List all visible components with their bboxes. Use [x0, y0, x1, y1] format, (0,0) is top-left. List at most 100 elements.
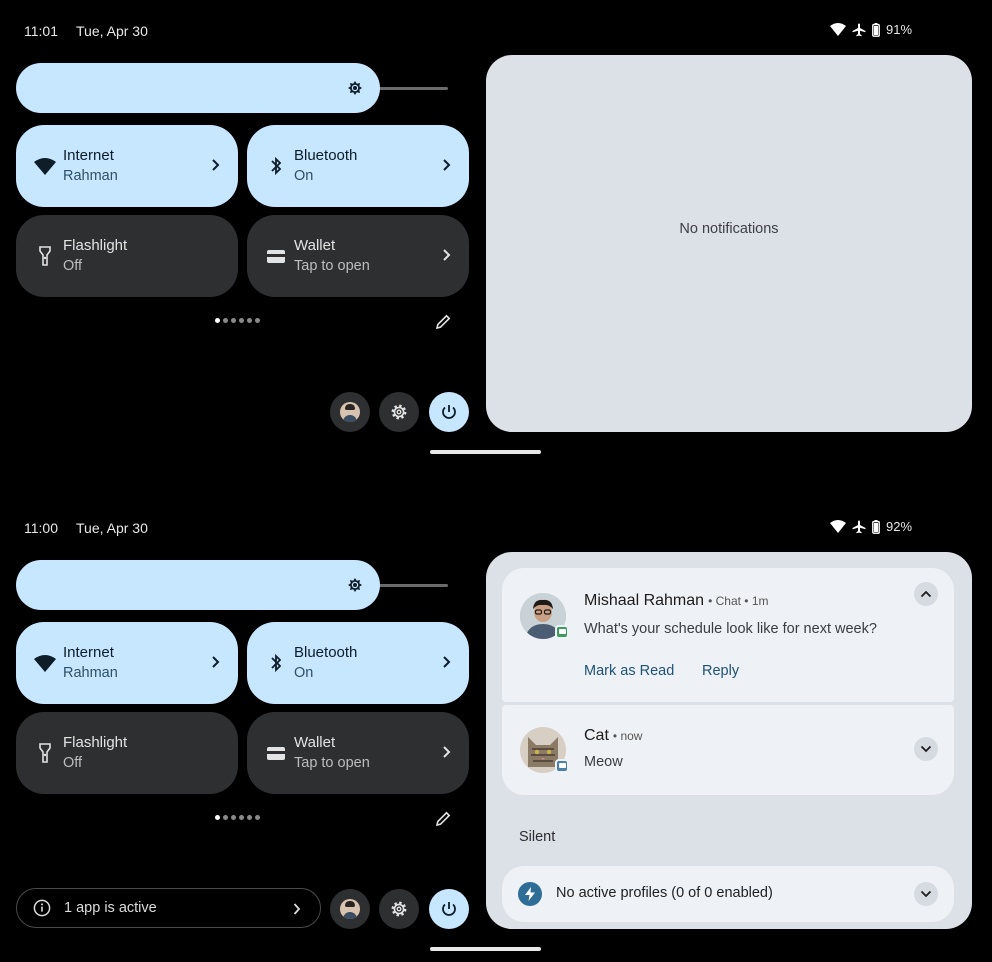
power-button[interactable]: [429, 889, 469, 929]
tile-flashlight[interactable]: Flashlight Off: [16, 215, 238, 297]
avatar: [340, 402, 360, 422]
home-indicator[interactable]: [430, 450, 541, 454]
active-apps-button[interactable]: 1 app is active: [16, 888, 321, 928]
page-dot: [223, 815, 228, 820]
page-indicator[interactable]: [215, 815, 260, 820]
tile-bluetooth[interactable]: Bluetooth On: [247, 125, 469, 207]
tile-title: Wallet: [294, 734, 336, 751]
notification-time: 1m: [751, 594, 769, 608]
notification-shade: Mishaal Rahman • Chat • 1m What's your sc…: [486, 552, 972, 929]
wifi-icon: [34, 155, 56, 177]
page-dot: [215, 815, 220, 820]
notification-meta: • Chat • 1m: [708, 594, 769, 608]
tile-subtitle: On: [294, 168, 314, 184]
page-indicator[interactable]: [215, 318, 260, 323]
page-dot: [215, 318, 220, 323]
collapse-button[interactable]: [914, 582, 938, 606]
brightness-fill[interactable]: [16, 560, 380, 610]
user-switcher-button[interactable]: [330, 392, 370, 432]
mark-as-read-button[interactable]: Mark as Read: [584, 663, 674, 679]
settings-button[interactable]: [379, 889, 419, 929]
edit-pencil-icon[interactable]: [434, 810, 452, 828]
notification-title: Cat • now: [584, 727, 642, 745]
airplane-icon: [852, 520, 866, 533]
chevron-right-icon: [443, 656, 451, 668]
profiles-text: No active profiles (0 of 0 enabled): [556, 885, 773, 901]
page-dot: [231, 815, 236, 820]
page-dot: [231, 318, 236, 323]
brightness-slider[interactable]: [16, 560, 448, 610]
status-icons: 91%: [830, 22, 912, 37]
expand-button[interactable]: [914, 737, 938, 761]
page-dot: [255, 815, 260, 820]
tile-title: Flashlight: [63, 734, 128, 751]
airplane-icon: [852, 23, 866, 36]
tile-subtitle: Off: [63, 755, 83, 771]
notification-chat[interactable]: Mishaal Rahman • Chat • 1m What's your sc…: [502, 568, 954, 702]
notification-shade-empty: No notifications: [486, 55, 972, 432]
notification-title: Mishaal Rahman • Chat • 1m: [584, 592, 769, 610]
chevron-right-icon: [293, 903, 301, 915]
notification-time: now: [620, 729, 643, 743]
tile-bluetooth[interactable]: Bluetooth On: [247, 622, 469, 704]
notification-meta: • now: [612, 729, 643, 743]
tile-subtitle: Off: [63, 258, 83, 274]
quick-settings-screenshot-1: 11:01 Tue, Apr 30 91% Internet Rahman Bl…: [0, 0, 992, 470]
chevron-right-icon: [443, 159, 451, 171]
settings-button[interactable]: [379, 392, 419, 432]
battery-percent: 92%: [886, 519, 913, 534]
page-dot: [239, 318, 244, 323]
tile-title: Wallet: [294, 237, 336, 254]
tile-title: Internet: [63, 147, 114, 164]
quick-settings-screenshot-2: 11:00 Tue, Apr 30 92% Internet Rahman Bl…: [0, 497, 992, 962]
avatar: [340, 899, 360, 919]
battery-icon: [872, 519, 880, 534]
wallet-icon: [265, 245, 287, 267]
tile-title: Flashlight: [63, 237, 128, 254]
brightness-icon: [348, 578, 362, 592]
expand-button[interactable]: [914, 882, 938, 906]
gear-icon: [391, 901, 407, 917]
chevron-right-icon: [443, 249, 451, 261]
home-indicator[interactable]: [430, 947, 541, 951]
edit-pencil-icon[interactable]: [434, 313, 452, 331]
tile-title: Bluetooth: [294, 644, 358, 661]
tile-internet[interactable]: Internet Rahman: [16, 125, 238, 207]
gear-icon: [391, 404, 407, 420]
tile-subtitle: Rahman: [63, 665, 118, 681]
sender-name: Mishaal Rahman: [584, 592, 705, 609]
sender-name: Cat: [584, 727, 609, 744]
page-dot: [223, 318, 228, 323]
tile-wallet[interactable]: Wallet Tap to open: [247, 712, 469, 794]
tile-subtitle: Tap to open: [294, 258, 370, 274]
tile-subtitle: Tap to open: [294, 755, 370, 771]
tile-subtitle: On: [294, 665, 314, 681]
flashlight-icon: [34, 742, 56, 764]
chat-app-icon: [555, 625, 569, 639]
notification-profiles[interactable]: No active profiles (0 of 0 enabled): [502, 866, 954, 922]
page-dot: [239, 815, 244, 820]
power-button[interactable]: [429, 392, 469, 432]
info-icon: [33, 899, 51, 917]
brightness-slider[interactable]: [16, 63, 448, 113]
active-apps-text: 1 app is active: [64, 900, 157, 916]
battery-percent: 91%: [886, 22, 913, 37]
tile-wallet[interactable]: Wallet Tap to open: [247, 215, 469, 297]
app-name: Chat: [715, 594, 741, 608]
brightness-fill[interactable]: [16, 63, 380, 113]
power-icon: [442, 902, 456, 916]
no-notifications-text: No notifications: [679, 220, 779, 237]
brightness-icon: [348, 81, 362, 95]
chevron-up-icon: [920, 590, 932, 598]
chevron-down-icon: [920, 890, 932, 898]
bluetooth-icon: [265, 652, 287, 674]
tile-flashlight[interactable]: Flashlight Off: [16, 712, 238, 794]
status-icons: 92%: [830, 519, 912, 534]
notification-cat[interactable]: Cat • now Meow: [502, 705, 954, 795]
user-switcher-button[interactable]: [330, 889, 370, 929]
tile-internet[interactable]: Internet Rahman: [16, 622, 238, 704]
chat-app-icon: [555, 759, 569, 773]
wallet-icon: [265, 742, 287, 764]
tile-title: Internet: [63, 644, 114, 661]
reply-button[interactable]: Reply: [702, 663, 739, 679]
